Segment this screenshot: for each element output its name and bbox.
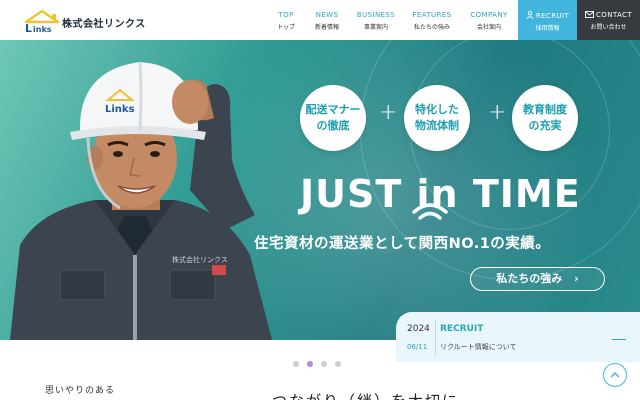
slider-dot-1[interactable]: [293, 361, 299, 367]
nav-features-en: FEATURES: [412, 11, 452, 19]
feature-bubble-logistics: 特化した 物流体制: [404, 85, 470, 151]
bubble-education-line2: の充実: [528, 119, 562, 132]
nav-top-en: TOP: [278, 11, 294, 19]
nav-news-en: NEWS: [315, 11, 339, 19]
nav-business[interactable]: BUSINESS 事業案内: [350, 0, 402, 40]
news-title[interactable]: リクルート情報について: [440, 342, 517, 352]
nav-recruit-label: RECRUIT: [535, 12, 570, 20]
nav-company-ja: 会社案内: [476, 24, 501, 31]
news-line-icon: [612, 339, 626, 340]
plus-sign: +: [488, 100, 507, 125]
person-icon: [526, 11, 534, 19]
hero-slider: 株式会社リンクス Links 配送マナー の徹底 + 特化した 物流体制 + 教…: [0, 40, 640, 340]
links-logo[interactable]: L inks: [22, 8, 62, 34]
our-strengths-button[interactable]: 私たちの強み ›: [470, 267, 605, 291]
bubble-logistics-line2: 物流体制: [415, 119, 459, 132]
worker-badge-text: 株式会社リンクス: [172, 255, 228, 264]
back-to-top-button[interactable]: [603, 363, 627, 387]
svg-text:inks: inks: [33, 25, 52, 34]
feature-bubble-manners: 配送マナー の徹底: [300, 85, 366, 151]
hero-tagline: 住宅資材の運送業として関西NO.1の実績。: [254, 236, 551, 252]
nav-features-ja: 私たちの強み: [413, 24, 450, 31]
nav-contact-ja: お問い合わせ: [590, 24, 627, 31]
nav-recruit-en: RECRUIT: [518, 11, 577, 20]
svg-text:L: L: [25, 22, 32, 34]
nav-company-en: COMPANY: [470, 11, 508, 19]
bubble-manners-line1: 配送マナー: [305, 103, 361, 116]
intro-text: 思いやりのある: [45, 386, 116, 396]
section-headline: つながり（絆）を大切に: [272, 390, 459, 400]
nav-contact[interactable]: CONTACT お問い合わせ: [577, 0, 640, 40]
site-header: L inks 株式会社リンクス TOP トップ NEWS 新着情報 BUSINE…: [0, 0, 640, 40]
nav-news-ja: 新着情報: [314, 24, 339, 31]
nav-company[interactable]: COMPANY 会社案内: [463, 0, 515, 40]
news-category: RECRUIT: [440, 324, 484, 334]
slider-pagination: [293, 352, 349, 367]
slider-dot-2[interactable]: [307, 361, 313, 367]
news-date: 06/11: [407, 343, 428, 351]
nav-business-en: BUSINESS: [356, 11, 396, 19]
news-divider: [435, 320, 436, 356]
hero-headline: JUST in TIME: [300, 172, 620, 216]
slider-dot-3[interactable]: [321, 361, 327, 367]
nav-contact-label: CONTACT: [596, 11, 632, 19]
bubble-logistics-line1: 特化した: [415, 103, 459, 116]
nav-top[interactable]: TOP トップ: [266, 0, 306, 40]
worker-photo: 株式会社リンクス Links: [10, 61, 272, 340]
nav-top-ja: トップ: [276, 24, 295, 31]
nav-recruit[interactable]: RECRUIT 採用情報: [518, 0, 577, 40]
plus-sign: +: [379, 100, 398, 125]
nav-features[interactable]: FEATURES 私たちの強み: [406, 0, 458, 40]
headline-part1: JUST: [300, 172, 417, 216]
nav-news[interactable]: NEWS 新着情報: [307, 0, 347, 40]
nav-contact-en: CONTACT: [577, 11, 640, 19]
nav-recruit-ja: 採用情報: [535, 25, 560, 32]
chevron-up-icon: [610, 371, 620, 378]
company-name: 株式会社リンクス: [62, 19, 146, 30]
nav-business-ja: 事業案内: [363, 24, 388, 31]
headline-part2: TIME: [458, 172, 581, 216]
chevron-right-icon: ›: [574, 272, 579, 285]
mail-icon: [585, 11, 594, 18]
latest-news-card[interactable]: 2024 06/11 RECRUIT リクルート情報について: [396, 312, 640, 362]
page: L inks 株式会社リンクス TOP トップ NEWS 新着情報 BUSINE…: [0, 0, 640, 400]
our-strengths-label: 私たちの強み: [496, 272, 563, 285]
helmet-logo-text: Links: [105, 104, 135, 115]
headline-in: in: [416, 172, 459, 216]
bubble-manners-line2: の徹底: [316, 119, 350, 132]
bubble-education-line1: 教育制度: [523, 103, 567, 116]
news-year: 2024: [407, 324, 430, 334]
slider-dot-4[interactable]: [335, 361, 341, 367]
feature-bubble-education: 教育制度 の充実: [512, 85, 578, 151]
